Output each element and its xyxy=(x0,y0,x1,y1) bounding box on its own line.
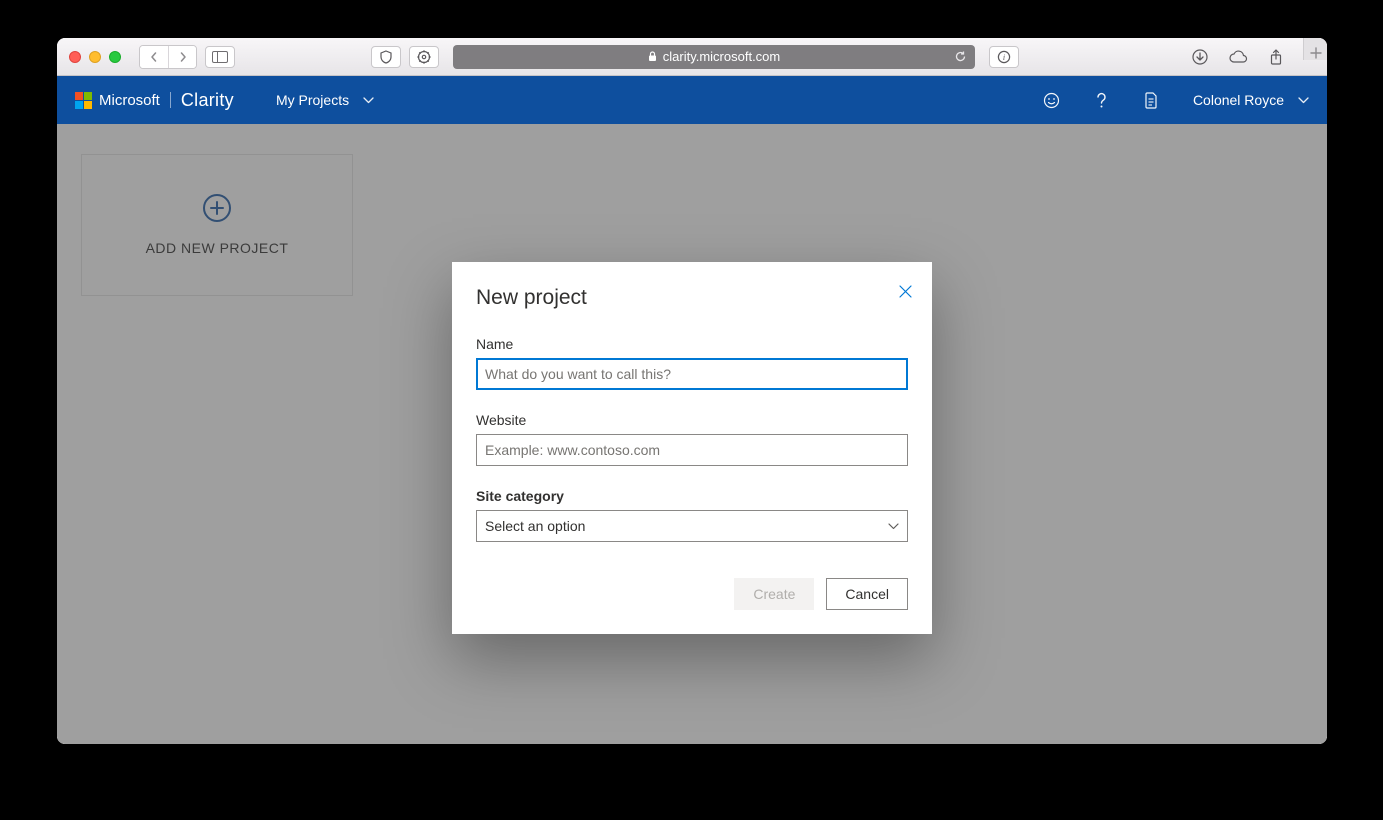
lock-icon xyxy=(648,51,657,62)
feedback-button[interactable] xyxy=(1043,91,1061,109)
microsoft-logo-icon xyxy=(75,92,92,109)
reader-icon: i xyxy=(997,50,1011,64)
microsoft-label: Microsoft xyxy=(99,92,160,109)
username-label: Colonel Royce xyxy=(1193,92,1284,108)
shield-button[interactable] xyxy=(371,46,401,68)
forward-button[interactable] xyxy=(168,46,196,68)
name-input[interactable] xyxy=(476,358,908,390)
clarity-header: Microsoft Clarity My Projects xyxy=(57,76,1327,124)
back-button[interactable] xyxy=(140,46,168,68)
nav-my-projects[interactable]: My Projects xyxy=(276,92,374,108)
share-button[interactable] xyxy=(1261,46,1291,68)
chevron-down-icon xyxy=(363,97,374,104)
question-icon xyxy=(1096,92,1107,109)
category-field: Site category Select an option xyxy=(476,488,908,542)
chevron-right-icon xyxy=(178,52,188,62)
reload-button[interactable] xyxy=(954,50,967,63)
nav-arrows xyxy=(139,45,197,69)
modal-actions: Create Cancel xyxy=(476,578,908,610)
cancel-button[interactable]: Cancel xyxy=(826,578,908,610)
plus-icon xyxy=(1310,47,1322,59)
product-name: Clarity xyxy=(181,90,234,111)
help-button[interactable] xyxy=(1093,91,1111,109)
nav-my-projects-label: My Projects xyxy=(276,92,349,108)
modal-title: New project xyxy=(476,286,908,310)
docs-button[interactable] xyxy=(1143,91,1161,109)
new-tab-button[interactable] xyxy=(1303,38,1327,60)
modal-overlay[interactable]: New project Name Website Site category xyxy=(57,124,1327,744)
url-bar[interactable]: clarity.microsoft.com xyxy=(453,45,975,69)
website-label: Website xyxy=(476,412,908,428)
maximize-window-button[interactable] xyxy=(109,51,121,63)
page-body: ADD NEW PROJECT New project Name Website xyxy=(57,124,1327,744)
share-icon xyxy=(1269,49,1283,65)
document-icon xyxy=(1144,92,1159,109)
close-window-button[interactable] xyxy=(69,51,81,63)
divider xyxy=(170,92,171,108)
gear-icon xyxy=(417,50,431,64)
minimize-window-button[interactable] xyxy=(89,51,101,63)
name-label: Name xyxy=(476,336,908,352)
site-settings-button[interactable] xyxy=(409,46,439,68)
sidebar-toggle-button[interactable] xyxy=(205,46,235,68)
window-controls xyxy=(69,51,121,63)
create-button[interactable]: Create xyxy=(734,578,814,610)
download-icon xyxy=(1191,49,1209,65)
icloud-tabs-button[interactable] xyxy=(1223,46,1253,68)
website-input[interactable] xyxy=(476,434,908,466)
reader-button[interactable]: i xyxy=(989,46,1019,68)
sidebar-icon xyxy=(212,51,228,63)
browser-window: clarity.microsoft.com i xyxy=(57,38,1327,744)
close-icon xyxy=(899,285,912,298)
category-select[interactable]: Select an option xyxy=(476,510,908,542)
header-right: Colonel Royce xyxy=(1043,91,1309,109)
shield-icon xyxy=(379,50,393,64)
cloud-icon xyxy=(1228,50,1248,64)
url-text: clarity.microsoft.com xyxy=(663,49,781,64)
chevron-down-icon xyxy=(1298,97,1309,104)
category-select-placeholder: Select an option xyxy=(485,518,585,534)
category-label: Site category xyxy=(476,488,908,504)
page-content: Microsoft Clarity My Projects xyxy=(57,76,1327,744)
downloads-button[interactable] xyxy=(1185,46,1215,68)
new-project-modal: New project Name Website Site category xyxy=(452,262,932,634)
chevron-down-icon xyxy=(888,523,899,530)
website-field: Website xyxy=(476,412,908,466)
svg-text:i: i xyxy=(1003,53,1005,62)
modal-close-button[interactable] xyxy=(896,282,914,300)
chevron-left-icon xyxy=(149,52,159,62)
user-menu[interactable]: Colonel Royce xyxy=(1193,92,1309,108)
right-toolbar xyxy=(1185,46,1315,68)
safari-toolbar: clarity.microsoft.com i xyxy=(57,38,1327,76)
smiley-icon xyxy=(1043,92,1060,109)
name-field: Name xyxy=(476,336,908,390)
